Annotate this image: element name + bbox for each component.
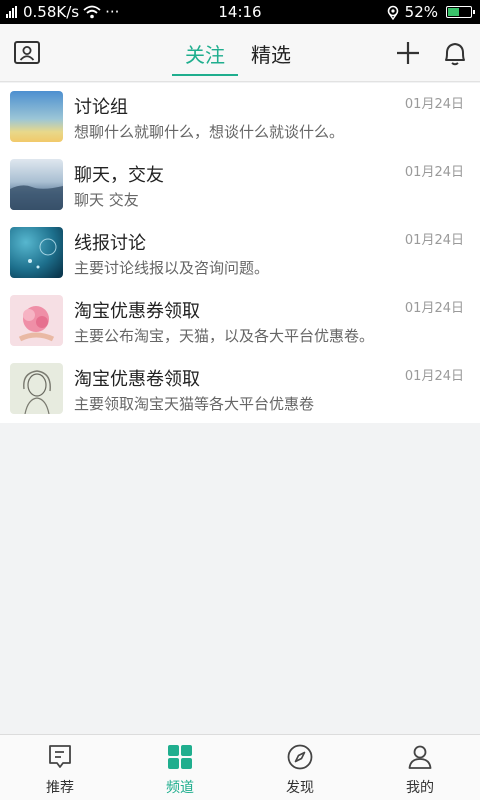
channel-desc: 主要公布淘宝，天猫，以及各大平台优惠卷。 [74,327,375,345]
channel-thumbnail [10,91,63,142]
nav-channels[interactable]: 频道 [120,735,240,800]
top-header: 关注 精选 [0,24,480,82]
channel-list: 讨论组 想聊什么就聊什么，想谈什么就谈什么。 01月24日 聊天，交友 聊天 交… [0,83,480,423]
bell-icon[interactable] [441,39,469,67]
channel-thumbnail [10,159,63,210]
battery-icon [446,6,475,18]
channel-item[interactable]: 聊天，交友 聊天 交友 01月24日 [0,151,480,219]
channel-item[interactable]: 淘宝优惠券领取 主要公布淘宝，天猫，以及各大平台优惠卷。 01月24日 [0,287,480,355]
channel-title: 淘宝优惠券领取 [74,301,200,322]
nav-mine[interactable]: 我的 [360,735,480,800]
tab-featured[interactable]: 精选 [238,24,304,82]
status-left: 0.58K/s ··· [6,0,119,24]
channel-date: 01月24日 [404,165,464,180]
nav-label: 频道 [166,780,194,796]
status-dots: ··· [105,3,120,21]
nav-label: 我的 [406,780,434,796]
nav-recommend[interactable]: 推荐 [0,735,120,800]
channel-item[interactable]: 淘宝优惠卷领取 主要领取淘宝天猫等各大平台优惠卷 01月24日 [0,355,480,423]
signal-icon [6,6,17,18]
channel-date: 01月24日 [404,233,464,248]
nav-discover[interactable]: 发现 [240,735,360,800]
channel-title: 线报讨论 [74,233,146,254]
channel-thumbnail [10,363,63,414]
profile-card-icon[interactable] [13,39,41,67]
network-speed: 0.58K/s [23,3,80,21]
channel-desc: 主要领取淘宝天猫等各大平台优惠卷 [74,395,315,413]
channel-title: 淘宝优惠卷领取 [74,369,200,390]
channel-thumbnail [10,295,63,346]
nav-label: 推荐 [46,780,74,796]
battery-fill [448,8,459,16]
location-icon [387,5,398,20]
plus-icon[interactable] [394,39,422,67]
channel-title: 聊天，交友 [74,165,164,186]
channel-thumbnail [10,227,63,278]
nav-label: 发现 [286,780,314,796]
channel-desc: 主要讨论线报以及咨询问题。 [74,259,270,277]
channel-desc: 聊天 交友 [74,191,139,209]
channel-title: 讨论组 [74,97,128,118]
channels-grid-icon [168,745,192,769]
channel-desc: 想聊什么就聊什么，想谈什么就谈什么。 [74,123,345,141]
wifi-icon [83,5,101,19]
channel-date: 01月24日 [404,369,464,384]
channel-item[interactable]: 线报讨论 主要讨论线报以及咨询问题。 01月24日 [0,219,480,287]
channel-item[interactable]: 讨论组 想聊什么就聊什么，想谈什么就谈什么。 01月24日 [0,83,480,151]
tab-following[interactable]: 关注 [172,24,238,82]
bottom-nav: 推荐 频道 发现 我的 [0,734,480,800]
channel-date: 01月24日 [404,301,464,316]
battery-percent: 52% [404,3,438,21]
user-icon [408,745,432,769]
channel-date: 01月24日 [404,97,464,112]
header-tabs: 关注 精选 [172,24,304,82]
status-right: 52% [387,0,475,24]
compass-icon [287,744,313,770]
recommend-icon [49,745,71,768]
status-bar: 0.58K/s ··· 14:16 52% [0,0,480,24]
